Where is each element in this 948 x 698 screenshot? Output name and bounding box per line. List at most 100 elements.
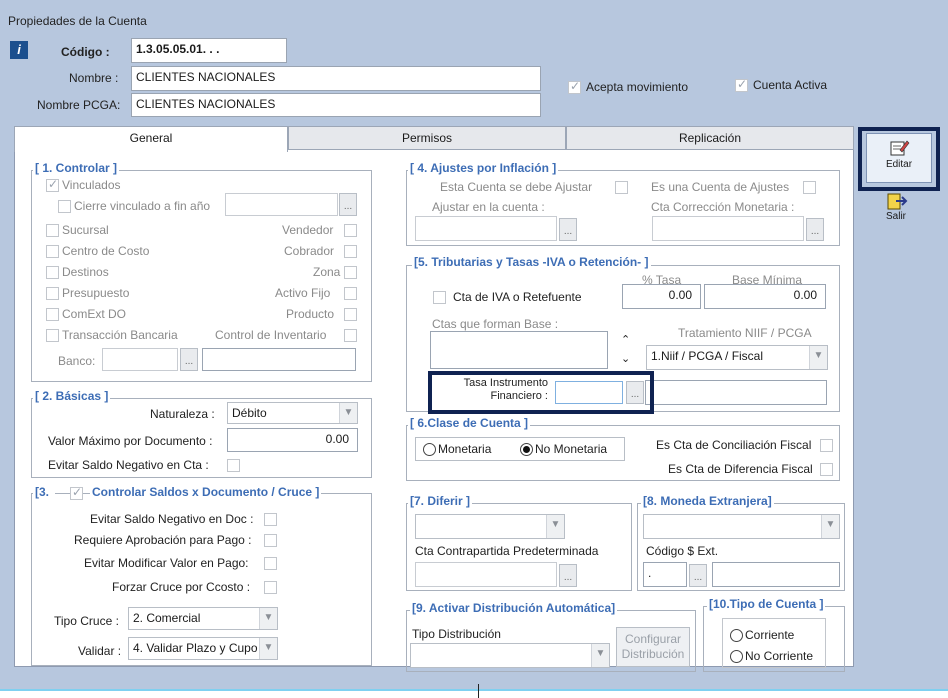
- transaccion-bancaria-checkbox[interactable]: [46, 329, 59, 342]
- validar-dropdown[interactable]: 4. Validar Plazo y Cupo ▼: [128, 637, 278, 660]
- no-monetaria-label: No Monetaria: [535, 442, 608, 456]
- tipo-cruce-dropdown[interactable]: 2. Comercial ▼: [128, 607, 278, 630]
- control-inventario-label: Control de Inventario: [215, 328, 327, 342]
- destinos-checkbox[interactable]: [46, 266, 59, 279]
- cobrador-label: Cobrador: [284, 244, 335, 258]
- tasa-instrumento-line1: Tasa Instrumento: [463, 377, 548, 389]
- contrapartida-browse-button[interactable]: ...: [559, 564, 577, 587]
- vendedor-checkbox[interactable]: [344, 224, 357, 237]
- controlar-saldos-checkbox[interactable]: [70, 485, 83, 500]
- tab-permisos[interactable]: Permisos: [288, 126, 566, 150]
- forzar-cruce-checkbox[interactable]: [264, 581, 277, 594]
- contrapartida-field[interactable]: [415, 562, 557, 587]
- tratamiento-dropdown[interactable]: 1.Niif / PCGA / Fiscal ▼: [646, 345, 828, 370]
- cta-iva-checkbox[interactable]: [433, 291, 446, 304]
- cta-correccion-browse-button[interactable]: ...: [806, 218, 824, 241]
- tipo-distribucion-dropdown[interactable]: ▼: [410, 643, 610, 668]
- moneda-name-field[interactable]: [712, 562, 840, 587]
- salir-button[interactable]: Salir: [866, 192, 926, 234]
- base-minima-field[interactable]: 0.00: [704, 284, 826, 309]
- no-corriente-radio[interactable]: [730, 650, 743, 663]
- producto-label: Producto: [286, 307, 335, 321]
- nombre-pcga-field[interactable]: CLIENTES NACIONALES: [131, 93, 541, 117]
- scroll-down-icon[interactable]: ⌄: [621, 352, 630, 365]
- ajustar-en-field[interactable]: [415, 216, 557, 241]
- zona-checkbox[interactable]: [344, 266, 357, 279]
- naturaleza-label: Naturaleza :: [150, 407, 215, 421]
- chevron-down-icon: ▼: [339, 403, 357, 423]
- centro-costo-checkbox[interactable]: [46, 245, 59, 258]
- producto-checkbox[interactable]: [344, 308, 357, 321]
- presupuesto-checkbox[interactable]: [46, 287, 59, 300]
- banco-browse-button[interactable]: ...: [180, 348, 198, 371]
- evitar-saldo-doc-checkbox[interactable]: [264, 513, 277, 526]
- conciliacion-fiscal-checkbox[interactable]: [820, 439, 833, 452]
- tasa-field[interactable]: 0.00: [622, 284, 701, 309]
- corriente-label: Corriente: [745, 628, 795, 642]
- codigo-field[interactable]: 1.3.05.05.01. . .: [131, 38, 287, 63]
- debe-ajustar-checkbox[interactable]: [615, 181, 628, 194]
- editar-button[interactable]: Editar: [866, 133, 932, 183]
- cta-correccion-field[interactable]: [652, 216, 804, 241]
- group-distribucion-title: [9. Activar Distribución Automática]: [410, 601, 618, 615]
- nombre-field[interactable]: CLIENTES NACIONALES: [131, 66, 541, 91]
- cobrador-checkbox[interactable]: [344, 245, 357, 258]
- ctas-base-list[interactable]: [430, 331, 608, 369]
- acepta-movimiento-checkbox[interactable]: [568, 79, 581, 94]
- tratamiento-value: 1.Niif / PCGA / Fiscal: [651, 349, 764, 363]
- diferir-dropdown[interactable]: ▼: [415, 514, 565, 539]
- conciliacion-fiscal-label: Es Cta de Conciliación Fiscal: [656, 438, 812, 452]
- centro-costo-label: Centro de Costo: [62, 244, 150, 258]
- moneda-dropdown[interactable]: ▼: [643, 514, 840, 539]
- activo-fijo-checkbox[interactable]: [344, 287, 357, 300]
- banco-name-field[interactable]: [202, 348, 356, 371]
- cierre-vinculado-checkbox[interactable]: [58, 200, 71, 213]
- tab-general[interactable]: General: [14, 126, 288, 152]
- banco-code-field[interactable]: [102, 348, 178, 371]
- tratamiento-label: Tratamiento NIIF / PCGA: [678, 326, 812, 340]
- codigo-ext-label: Código $ Ext.: [646, 544, 719, 558]
- sucursal-checkbox[interactable]: [46, 224, 59, 237]
- tasa-instrumento-description-field[interactable]: [645, 380, 827, 405]
- no-monetaria-radio[interactable]: [520, 443, 533, 456]
- group-controlar-title: [ 1. Controlar ]: [33, 161, 120, 175]
- destinos-label: Destinos: [62, 265, 109, 279]
- tab-replicacion[interactable]: Replicación: [566, 126, 854, 150]
- tasa-instrumento-browse-button[interactable]: ...: [626, 381, 644, 404]
- control-inventario-checkbox[interactable]: [344, 329, 357, 342]
- group-controlar-saldos-prefix: [3.: [33, 485, 56, 499]
- corriente-radio[interactable]: [730, 629, 743, 642]
- codigo-ext-browse-button[interactable]: ...: [689, 564, 707, 587]
- codigo-ext-field[interactable]: .: [643, 562, 687, 587]
- validar-value: 4. Validar Plazo y Cupo: [133, 641, 258, 655]
- cierre-browse-button[interactable]: ...: [339, 193, 357, 216]
- status-bar-line: [0, 689, 948, 691]
- salir-label: Salir: [885, 211, 906, 222]
- cta-iva-label: Cta de IVA o Retefuente: [453, 290, 582, 304]
- info-icon[interactable]: i: [10, 41, 28, 59]
- evitar-saldo-doc-label: Evitar Saldo Negativo en Doc :: [90, 512, 254, 526]
- requiere-aprobacion-checkbox[interactable]: [264, 534, 277, 547]
- comext-checkbox[interactable]: [46, 308, 59, 321]
- monetaria-radio[interactable]: [423, 443, 436, 456]
- group-diferir-title: [7. Diferir ]: [408, 494, 473, 508]
- group-tributarias-title: [5. Tributarias y Tasas -IVA o Retención…: [412, 255, 651, 269]
- diferencia-fiscal-checkbox[interactable]: [820, 463, 833, 476]
- codigo-label: Código :: [61, 45, 110, 59]
- nombre-pcga-label: Nombre PCGA:: [37, 98, 121, 112]
- evitar-saldo-cta-checkbox[interactable]: [227, 459, 240, 472]
- valor-maximo-field[interactable]: 0.00: [227, 428, 358, 452]
- vinculados-checkbox[interactable]: [46, 177, 59, 192]
- cierre-field[interactable]: [225, 193, 338, 216]
- cuenta-ajustes-checkbox[interactable]: [803, 181, 816, 194]
- cuenta-activa-checkbox[interactable]: [735, 77, 748, 92]
- debe-ajustar-label: Esta Cuenta se debe Ajustar: [440, 180, 593, 194]
- requiere-aprobacion-label: Requiere Aprobación para Pago :: [74, 533, 252, 547]
- scroll-up-icon[interactable]: ⌃: [621, 333, 630, 346]
- evitar-modificar-checkbox[interactable]: [264, 557, 277, 570]
- naturaleza-dropdown[interactable]: Débito ▼: [227, 402, 358, 424]
- chevron-down-icon: ▼: [259, 638, 277, 659]
- tasa-instrumento-field[interactable]: [555, 381, 623, 404]
- ajustar-en-browse-button[interactable]: ...: [559, 218, 577, 241]
- configurar-distribucion-button[interactable]: Configurar Distribución: [616, 627, 690, 667]
